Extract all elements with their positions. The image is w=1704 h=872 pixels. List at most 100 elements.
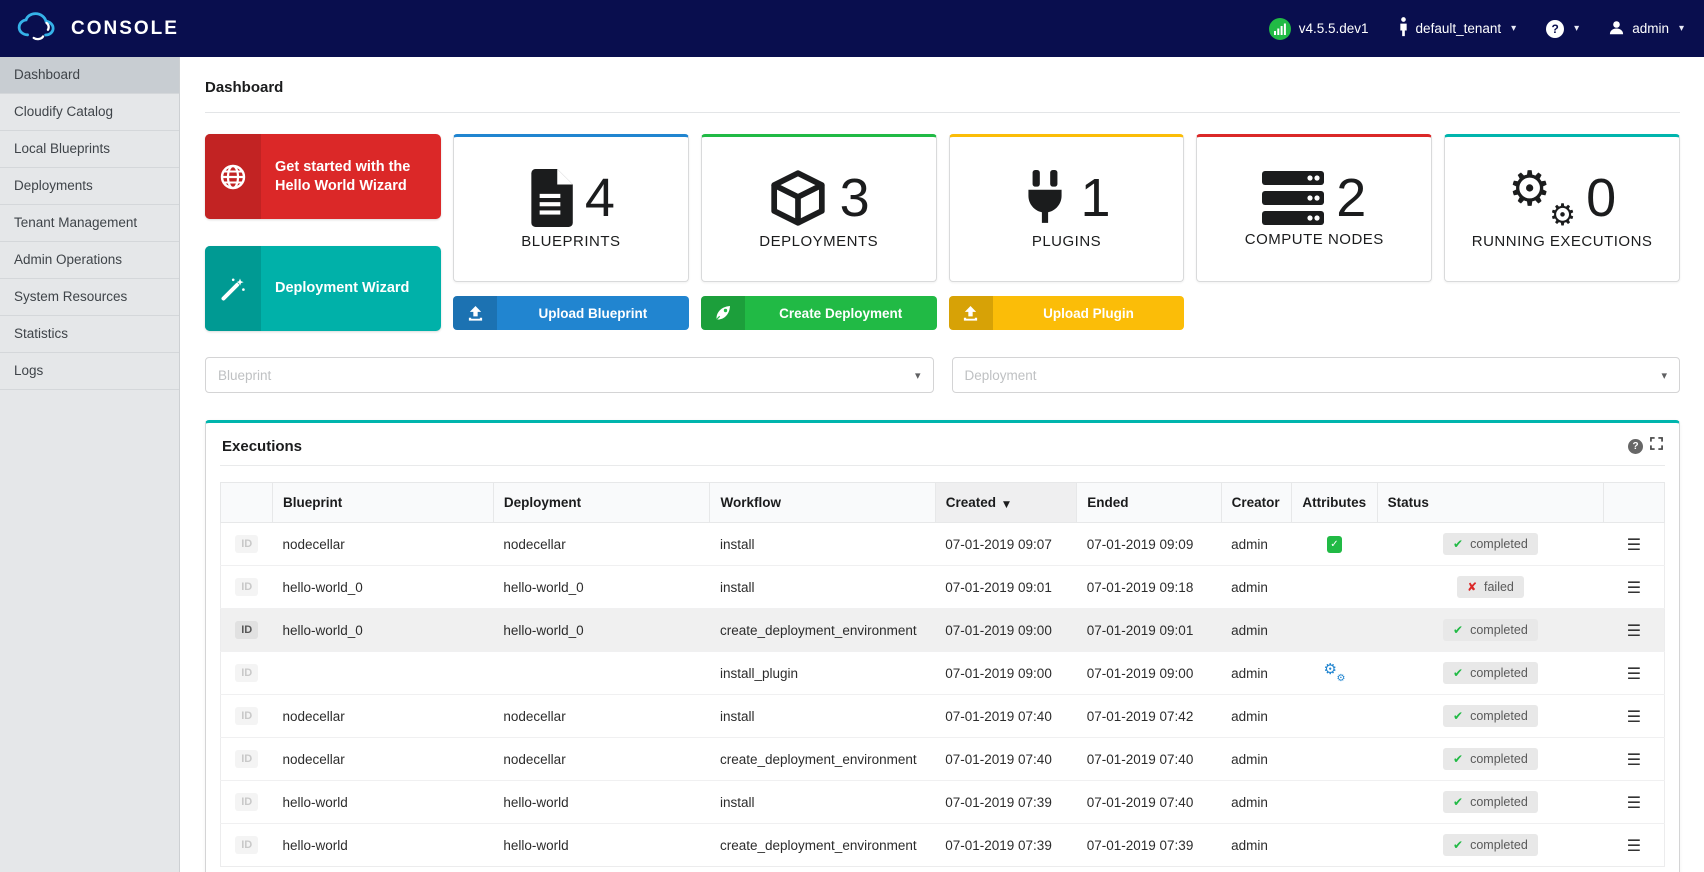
id-badge[interactable]: ID	[235, 664, 259, 682]
sidebar-item-system-resources[interactable]: System Resources	[0, 279, 179, 316]
stat-card-running-executions: ⚙ ⚙ 0 RUNNING EXECUTIONS	[1444, 134, 1680, 282]
cell-workflow: install	[709, 565, 936, 609]
file-icon	[527, 168, 573, 227]
cell-workflow: install	[709, 780, 936, 824]
hello-world-wizard-button[interactable]: Get started with the Hello World Wizard	[205, 134, 441, 219]
top-navbar: CONSOLE v4.5.5.dev1 default_tenant ▾ ? ▾…	[0, 0, 1704, 57]
resource-filters: Blueprint ▾ Deployment ▾	[205, 357, 1680, 393]
tenant-menu[interactable]: default_tenant ▾	[1399, 17, 1516, 40]
execution-row[interactable]: ID hello-world_0 hello-world_0 install 07-01…	[220, 565, 1665, 609]
row-menu-button[interactable]: ☰	[1627, 621, 1641, 640]
upload-blueprint-button[interactable]: Upload Blueprint	[453, 296, 689, 330]
cell-workflow: create_deployment_environment	[709, 823, 936, 867]
column-header-ended[interactable]: Ended	[1076, 482, 1222, 523]
status-badge: ✔ completed	[1443, 834, 1538, 856]
widget-help-icon[interactable]: ?	[1628, 438, 1643, 454]
id-badge[interactable]: ID	[235, 836, 259, 854]
status-badge: ✔ completed	[1443, 662, 1538, 684]
row-menu-button[interactable]: ☰	[1627, 578, 1641, 597]
execution-row[interactable]: ID nodecellar nodecellar install 07-01-2019 …	[220, 694, 1665, 738]
column-header-status[interactable]: Status	[1376, 482, 1605, 523]
upload-plugin-button[interactable]: Upload Plugin	[948, 296, 1185, 330]
row-menu-button[interactable]: ☰	[1627, 836, 1641, 855]
execution-row[interactable]: ID nodecellar nodecellar install 07-01-2019 …	[220, 522, 1665, 566]
execution-row[interactable]: ID nodecellar nodecellar create_deployment_…	[220, 737, 1665, 781]
row-menu-button[interactable]: ☰	[1627, 750, 1641, 769]
cell-blueprint: hello-world_0	[272, 565, 494, 609]
cell-status: ✔ completed	[1377, 608, 1604, 652]
stat-label: PLUGINS	[1031, 232, 1102, 250]
version-badge: v4.5.5.dev1	[1268, 17, 1369, 40]
sidebar-item-tenant-management[interactable]: Tenant Management	[0, 205, 179, 242]
sidebar-item-statistics[interactable]: Statistics	[0, 316, 179, 353]
deployment-wizard-button[interactable]: Deployment Wizard	[205, 246, 441, 331]
stat-label: DEPLOYMENTS	[759, 232, 879, 250]
id-badge[interactable]: ID	[235, 707, 259, 725]
executions-widget: Executions ? Blueprint Deployment Workfl…	[205, 420, 1680, 872]
sidebar-item-deployments[interactable]: Deployments	[0, 168, 179, 205]
user-menu[interactable]: admin ▾	[1609, 20, 1684, 38]
id-badge[interactable]: ID	[235, 793, 259, 811]
column-header-workflow[interactable]: Workflow	[709, 482, 936, 523]
status-badge: ✔ completed	[1443, 533, 1538, 555]
id-badge[interactable]: ID	[235, 578, 259, 596]
version-label: v4.5.5.dev1	[1298, 21, 1369, 36]
brand-title: CONSOLE	[71, 17, 179, 39]
tasks-icon[interactable]: ✓	[1326, 536, 1342, 553]
column-header-blueprint[interactable]: Blueprint	[271, 482, 494, 523]
id-badge[interactable]: ID	[235, 750, 259, 768]
row-menu-button[interactable]: ☰	[1627, 707, 1641, 726]
sidebar-item-dashboard[interactable]: Dashboard	[0, 57, 179, 94]
execution-row[interactable]: ID hello-world hello-world create_deploymen…	[220, 823, 1665, 867]
stat-value: 2	[1336, 167, 1367, 228]
sidebar-item-cloudify-catalog[interactable]: Cloudify Catalog	[0, 94, 179, 131]
stat-value: 1	[1080, 167, 1111, 228]
column-header-creator[interactable]: Creator	[1220, 482, 1293, 523]
executions-header: Executions ?	[220, 435, 1665, 466]
deployment-filter-dropdown[interactable]: Deployment ▾	[951, 357, 1680, 393]
column-header-attributes[interactable]: Attributes	[1291, 482, 1378, 523]
executions-table-body: ID nodecellar nodecellar install 07-01-2019 …	[220, 522, 1665, 867]
brand-logo[interactable]: CONSOLE	[16, 11, 179, 46]
status-badge: ✔ completed	[1443, 791, 1538, 813]
upload-icon	[948, 296, 993, 330]
cell-workflow: install	[709, 694, 936, 738]
sidebar-item-logs[interactable]: Logs	[0, 353, 179, 390]
cell-created: 07-01-2019 07:40	[935, 694, 1077, 738]
cell-blueprint: nodecellar	[272, 522, 494, 566]
row-menu-button[interactable]: ☰	[1627, 535, 1641, 554]
sidebar-item-local-blueprints[interactable]: Local Blueprints	[0, 131, 179, 168]
cell-ended: 07-01-2019 07:40	[1076, 737, 1222, 781]
cell-created: 07-01-2019 07:40	[935, 737, 1077, 781]
id-badge[interactable]: ID	[235, 621, 259, 639]
wizard-column: Get started with the Hello World Wizard …	[205, 134, 441, 331]
sort-desc-icon: ▼	[1003, 500, 1010, 510]
cell-attributes	[1291, 780, 1378, 824]
blueprint-filter-dropdown[interactable]: Blueprint ▾	[205, 357, 934, 393]
help-menu[interactable]: ? ▾	[1546, 19, 1580, 38]
cell-created: 07-01-2019 07:39	[935, 780, 1077, 824]
cloudify-console-app: CONSOLE v4.5.5.dev1 default_tenant ▾ ? ▾…	[0, 0, 1704, 872]
create-deployment-button[interactable]: Create Deployment	[700, 296, 937, 330]
execution-row[interactable]: ID install_plugin 07-01-2019 09:00 07-01-20…	[220, 651, 1665, 695]
cell-blueprint: nodecellar	[272, 737, 494, 781]
id-badge[interactable]: ID	[235, 535, 259, 553]
cell-attributes	[1291, 608, 1378, 652]
row-menu-button[interactable]: ☰	[1627, 793, 1641, 812]
row-menu-button[interactable]: ☰	[1627, 664, 1641, 683]
user-label: admin	[1632, 21, 1669, 36]
cogs-icon[interactable]: ⚙ ⚙	[1323, 660, 1345, 684]
column-header-deployment[interactable]: Deployment	[492, 482, 711, 523]
cell-blueprint: hello-world	[272, 780, 494, 824]
cell-creator: admin	[1221, 608, 1292, 652]
column-header-created[interactable]: Created ▼	[934, 482, 1078, 523]
expand-icon[interactable]	[1650, 437, 1663, 455]
cell-blueprint	[272, 651, 494, 695]
execution-row[interactable]: ID hello-world hello-world install 07-01-201…	[220, 780, 1665, 824]
cell-creator: admin	[1221, 522, 1292, 566]
cell-deployment: nodecellar	[493, 737, 710, 781]
execution-row[interactable]: ID hello-world_0 hello-world_0 create_deplo…	[220, 608, 1665, 652]
sidebar-item-admin-operations[interactable]: Admin Operations	[0, 242, 179, 279]
chevron-down-icon: ▾	[1574, 23, 1580, 34]
cell-workflow: create_deployment_environment	[709, 608, 936, 652]
